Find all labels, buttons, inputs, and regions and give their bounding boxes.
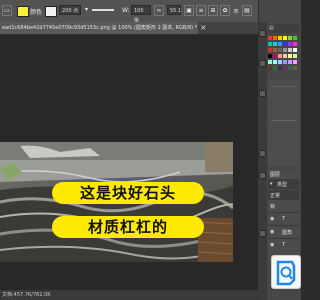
color-swatch[interactable] bbox=[273, 60, 277, 64]
color-swatch[interactable] bbox=[278, 54, 282, 58]
fill-color-swatch[interactable] bbox=[17, 6, 29, 17]
color-swatch[interactable] bbox=[293, 54, 297, 58]
layer-filter-row[interactable]: ▾ 类型 bbox=[268, 179, 299, 189]
layer-name: 圆角 bbox=[282, 230, 293, 236]
color-swatch[interactable] bbox=[268, 60, 272, 64]
color-swatch[interactable] bbox=[283, 66, 287, 70]
color-swatch[interactable] bbox=[283, 48, 287, 52]
text-layer-icon: T bbox=[282, 216, 286, 222]
color-swatch[interactable] bbox=[278, 66, 282, 70]
visibility-eye-icon[interactable]: ◉ bbox=[270, 216, 274, 222]
color-swatch[interactable] bbox=[288, 60, 292, 64]
caption-line-1[interactable]: 这是块好石头 bbox=[52, 182, 204, 204]
paths-panel-icon[interactable] bbox=[259, 230, 266, 237]
swatches-header: ▤ bbox=[268, 24, 299, 33]
tool-preset-icon[interactable]: ▭ bbox=[2, 5, 12, 16]
color-swatch[interactable] bbox=[273, 36, 277, 40]
properties-panel-icon[interactable] bbox=[259, 90, 266, 97]
color-swatch[interactable] bbox=[278, 42, 282, 46]
adjustments-panel-icon[interactable] bbox=[259, 60, 266, 67]
stroke-type-icon[interactable] bbox=[92, 9, 114, 11]
link-dimensions-icon[interactable]: ∞ bbox=[154, 5, 164, 16]
width-label: W: bbox=[122, 7, 130, 14]
color-swatch[interactable] bbox=[273, 42, 277, 46]
stroke-color-swatch[interactable] bbox=[45, 6, 57, 17]
document-tab-bar: ead1c684be42d7745e0709c93d5153c.png @ 10… bbox=[0, 22, 258, 35]
color-swatch[interactable] bbox=[283, 36, 287, 40]
visibility-eye-icon[interactable]: ◉ bbox=[270, 229, 274, 235]
path-arrange-icon[interactable]: ⊞ bbox=[208, 5, 218, 16]
color-swatch[interactable] bbox=[268, 66, 272, 70]
panel-divider bbox=[271, 120, 296, 121]
path-align-icon[interactable]: ≡ bbox=[196, 5, 206, 16]
width-field[interactable]: 100 像 bbox=[131, 5, 151, 24]
caption-line-2[interactable]: 材质杠杠的 bbox=[52, 216, 204, 238]
search-logo-icon bbox=[271, 255, 301, 289]
size-field[interactable]: 200 点 bbox=[59, 5, 81, 15]
color-swatch[interactable] bbox=[288, 48, 292, 52]
color-swatch[interactable] bbox=[283, 42, 287, 46]
color-swatch[interactable] bbox=[283, 60, 287, 64]
color-swatch[interactable] bbox=[273, 54, 277, 58]
document-tab[interactable]: ead1c684be42d7745e0709c93d5153c.png @ 10… bbox=[0, 22, 198, 34]
lock-label: 锁 bbox=[270, 204, 276, 210]
history-panel-icon[interactable] bbox=[259, 30, 266, 37]
canvas-workspace[interactable]: 这是块好石头 材质杠杠的 bbox=[0, 35, 258, 290]
swatches-grid[interactable] bbox=[268, 36, 299, 74]
color-swatch[interactable] bbox=[293, 42, 297, 46]
layers-panel: 图层 ▾ 类型 正常 锁 ◉ T ◉ 圆角 ◉ T bbox=[268, 170, 299, 265]
color-swatch[interactable] bbox=[293, 48, 297, 52]
align-edges-icon[interactable]: ▤ bbox=[242, 5, 252, 16]
text-layer-icon: T bbox=[282, 242, 286, 248]
color-swatch[interactable] bbox=[288, 54, 292, 58]
blend-mode-label: 正常 bbox=[270, 193, 281, 199]
settings-gear-icon[interactable]: ✿ bbox=[220, 5, 230, 16]
layer-row[interactable]: ◉ T bbox=[268, 238, 299, 251]
color-swatch[interactable] bbox=[268, 48, 272, 52]
blend-label: 颜色 bbox=[30, 9, 43, 16]
color-swatch[interactable] bbox=[278, 60, 282, 64]
color-swatch[interactable] bbox=[278, 48, 282, 52]
height-field[interactable]: 55.1 bbox=[167, 5, 181, 15]
panel-divider bbox=[271, 86, 296, 87]
color-swatch[interactable] bbox=[288, 42, 292, 46]
kind-label: 类型 bbox=[277, 182, 288, 188]
options-bar: ▭ 颜色 200 点 ▾ W: 100 像 ∞ 55.1 ▣ ≡ ⊞ ✿ 不 ▤ bbox=[0, 0, 300, 24]
layer-row[interactable]: ◉ T bbox=[268, 212, 299, 225]
logo-graphic bbox=[276, 260, 296, 286]
color-swatch[interactable] bbox=[288, 66, 292, 70]
status-bar: 文档:457.7K/762.0K bbox=[0, 290, 258, 300]
paragraph-panel-icon[interactable] bbox=[259, 150, 266, 157]
character-panel-icon[interactable] bbox=[259, 172, 266, 179]
color-swatch[interactable] bbox=[293, 66, 297, 70]
filter-icon: ▾ bbox=[270, 181, 273, 187]
layer-row[interactable]: ◉ 圆角 bbox=[268, 225, 299, 238]
color-swatch[interactable] bbox=[278, 36, 282, 40]
color-swatch[interactable] bbox=[288, 36, 292, 40]
color-swatch[interactable] bbox=[268, 54, 272, 58]
color-swatch[interactable] bbox=[293, 60, 297, 64]
color-swatch[interactable] bbox=[283, 54, 287, 58]
close-tab-icon[interactable]: × bbox=[200, 23, 207, 32]
color-swatch[interactable] bbox=[273, 66, 277, 70]
color-swatch[interactable] bbox=[268, 36, 272, 40]
color-swatch[interactable] bbox=[273, 48, 277, 52]
opacity-label: 不 bbox=[233, 9, 240, 16]
color-swatch[interactable] bbox=[293, 36, 297, 40]
blend-mode-select[interactable]: 正常 bbox=[268, 190, 299, 200]
color-swatch[interactable] bbox=[268, 42, 272, 46]
path-ops-icon[interactable]: ▣ bbox=[184, 5, 194, 16]
layers-tab[interactable]: 图层 bbox=[270, 171, 280, 178]
adjustments-panel bbox=[268, 80, 299, 166]
size-chevron-icon[interactable]: ▾ bbox=[83, 5, 90, 16]
canvas-image[interactable]: 这是块好石头 材质杠杠的 bbox=[0, 142, 233, 262]
visibility-eye-icon[interactable]: ◉ bbox=[270, 242, 274, 248]
